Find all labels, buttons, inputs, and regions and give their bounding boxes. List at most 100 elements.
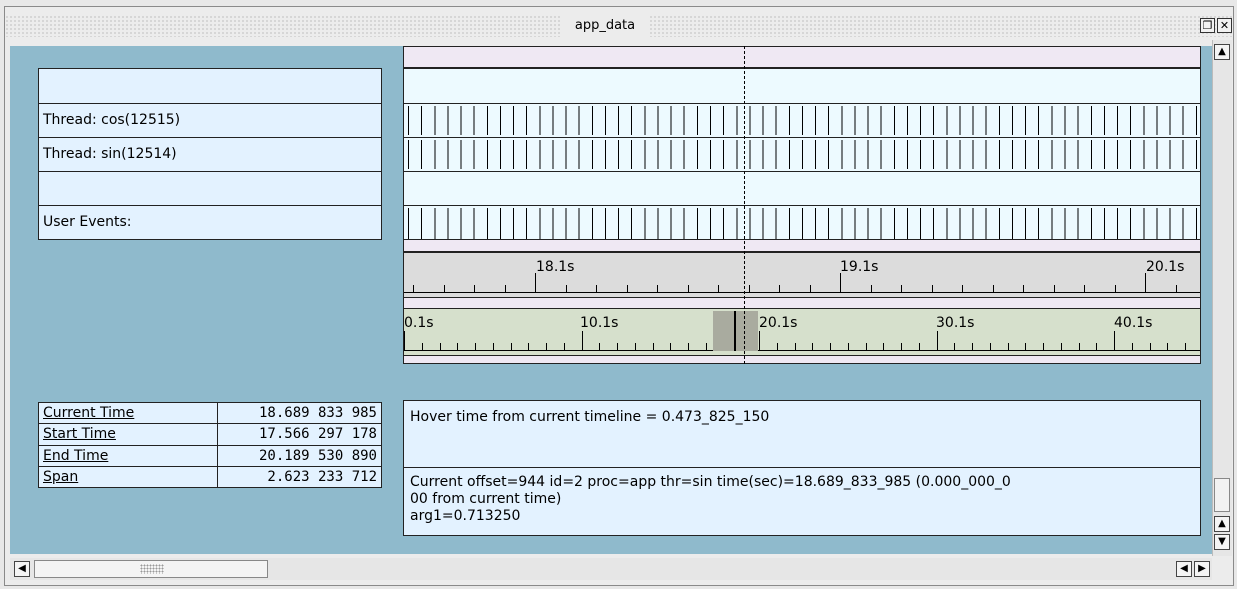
hover-info-box: Hover time from current timeline = 0.473… <box>403 400 1201 468</box>
zoom-ruler[interactable]: 18.1s 19.1s 20.1s <box>403 252 1201 298</box>
arrow-down-icon[interactable]: ▼ <box>1214 534 1230 550</box>
ruler-minor-tick <box>901 343 902 351</box>
ruler-minor-tick <box>1185 343 1186 351</box>
ruler-minor-tick <box>972 343 973 351</box>
ruler-minor-tick <box>687 285 689 293</box>
timeline-strip <box>403 298 1201 308</box>
timeline-row-sin[interactable] <box>404 138 1200 172</box>
ruler-minor-tick <box>883 343 885 351</box>
ruler-minor-tick <box>918 343 920 351</box>
ruler-minor-tick <box>563 343 565 351</box>
timeline-row <box>404 69 1200 104</box>
ruler-major-tick <box>936 331 938 351</box>
time-info-label: End Time <box>38 444 218 467</box>
close-icon[interactable]: ✕ <box>1217 18 1232 33</box>
ruler-minor-tick <box>443 285 445 293</box>
ruler-minor-tick <box>596 285 597 293</box>
ruler-minor-tick <box>474 285 475 293</box>
ruler-minor-tick <box>688 343 689 351</box>
ruler-minor-tick <box>748 285 750 293</box>
table-row: End Time 20.189 530 890 <box>38 444 382 467</box>
time-info-value: 18.689 833 985 <box>217 401 382 425</box>
event-ticks <box>408 208 1200 239</box>
ruler-minor-tick <box>865 343 867 351</box>
timeline-row <box>404 172 1200 206</box>
ruler-minor-tick <box>652 343 654 351</box>
arrow-left-icon[interactable]: ◀ <box>1176 561 1192 577</box>
ruler-minor-tick <box>528 343 530 351</box>
current-time-cursor[interactable] <box>744 46 745 364</box>
ruler-minor-tick <box>634 343 636 351</box>
window-title: app_data <box>560 15 650 37</box>
ruler-minor-tick <box>830 343 831 351</box>
time-info-value: 17.566 297 178 <box>217 423 382 446</box>
ruler-label: 30.1s <box>936 315 975 331</box>
event-label-row[interactable]: User Events: <box>39 206 381 241</box>
ruler-minor-tick <box>599 343 601 351</box>
ruler-minor-tick <box>705 343 707 351</box>
ruler-label: 18.1s <box>536 259 575 275</box>
event-label-row[interactable]: Thread: cos(12515) <box>39 104 381 138</box>
ruler-minor-tick <box>794 343 796 351</box>
ruler-minor-tick <box>1114 285 1116 293</box>
ruler-major-tick <box>759 331 760 351</box>
timeline-row-cos[interactable] <box>404 104 1200 138</box>
timeline-row-user-events[interactable] <box>404 206 1200 241</box>
ruler-minor-tick <box>992 285 994 293</box>
ruler-minor-tick <box>1060 343 1062 351</box>
ruler-label: 20.1s <box>759 315 798 331</box>
time-info-label: Start Time <box>38 423 218 446</box>
arrow-right-icon[interactable]: ▶ <box>1194 561 1210 577</box>
ruler-minor-tick <box>1053 285 1055 293</box>
ruler-minor-tick <box>413 285 414 293</box>
ruler-minor-tick <box>657 285 658 293</box>
ruler-minor-tick <box>847 343 849 351</box>
ruler-label: 10.1s <box>580 315 619 331</box>
ruler-minor-tick <box>812 343 814 351</box>
ruler-minor-tick <box>617 343 618 351</box>
ruler-minor-tick <box>1043 343 1044 351</box>
vertical-scroll-thumb[interactable] <box>1214 478 1230 512</box>
ruler-minor-tick <box>718 285 719 293</box>
ruler-minor-tick <box>475 343 476 351</box>
time-info-label: Current Time <box>38 401 218 425</box>
arrow-up-icon[interactable]: ▲ <box>1214 516 1230 532</box>
ruler-major-tick <box>581 331 583 351</box>
timeline-strip <box>403 240 1201 252</box>
ruler-minor-tick <box>870 285 872 293</box>
arrow-left-icon[interactable]: ◀ <box>14 561 30 577</box>
ruler-minor-tick <box>962 285 963 293</box>
restore-window-icon[interactable]: ❐ <box>1200 18 1215 33</box>
overview-current-marker <box>734 311 736 351</box>
ruler-minor-tick <box>421 343 423 351</box>
ruler-minor-tick <box>931 285 933 293</box>
ruler-label: 0.1s <box>404 315 434 331</box>
ruler-label: 40.1s <box>1114 315 1153 331</box>
ruler-major-tick <box>404 331 405 351</box>
ruler-minor-tick <box>776 343 778 351</box>
ruler-minor-tick <box>626 285 628 293</box>
event-label-panel: Thread: cos(12515) Thread: sin(12514) Us… <box>38 68 382 240</box>
ruler-minor-tick <box>901 285 902 293</box>
overview-ruler[interactable]: 0.1s 10.1s 20.1s 30.1s 40.1s <box>403 308 1201 356</box>
table-row: Span 2.623 233 712 <box>38 465 382 489</box>
ruler-minor-tick <box>1175 285 1177 293</box>
table-row: Start Time 17.566 297 178 <box>38 423 382 446</box>
event-label-row[interactable]: Thread: sin(12514) <box>39 138 381 172</box>
ruler-minor-tick <box>989 343 991 351</box>
ruler-minor-tick <box>1149 343 1151 351</box>
ruler-minor-tick <box>1025 343 1027 351</box>
ruler-label: 19.1s <box>840 259 879 275</box>
ruler-major-tick <box>840 273 841 293</box>
hover-text: Hover time from current timeline = 0.473… <box>410 409 770 425</box>
timeline-strip <box>403 356 1201 364</box>
ruler-minor-tick <box>439 343 441 351</box>
ruler-minor-tick <box>492 343 494 351</box>
arrow-up-icon[interactable]: ▲ <box>1214 44 1230 60</box>
event-ticks <box>408 106 1200 135</box>
ruler-minor-tick <box>510 343 512 351</box>
ruler-major-tick <box>535 273 536 293</box>
event-label-row <box>39 69 381 104</box>
timeline-rows[interactable] <box>403 68 1201 240</box>
event-detail-box: Current offset=944 id=2 proc=app thr=sin… <box>403 468 1201 536</box>
